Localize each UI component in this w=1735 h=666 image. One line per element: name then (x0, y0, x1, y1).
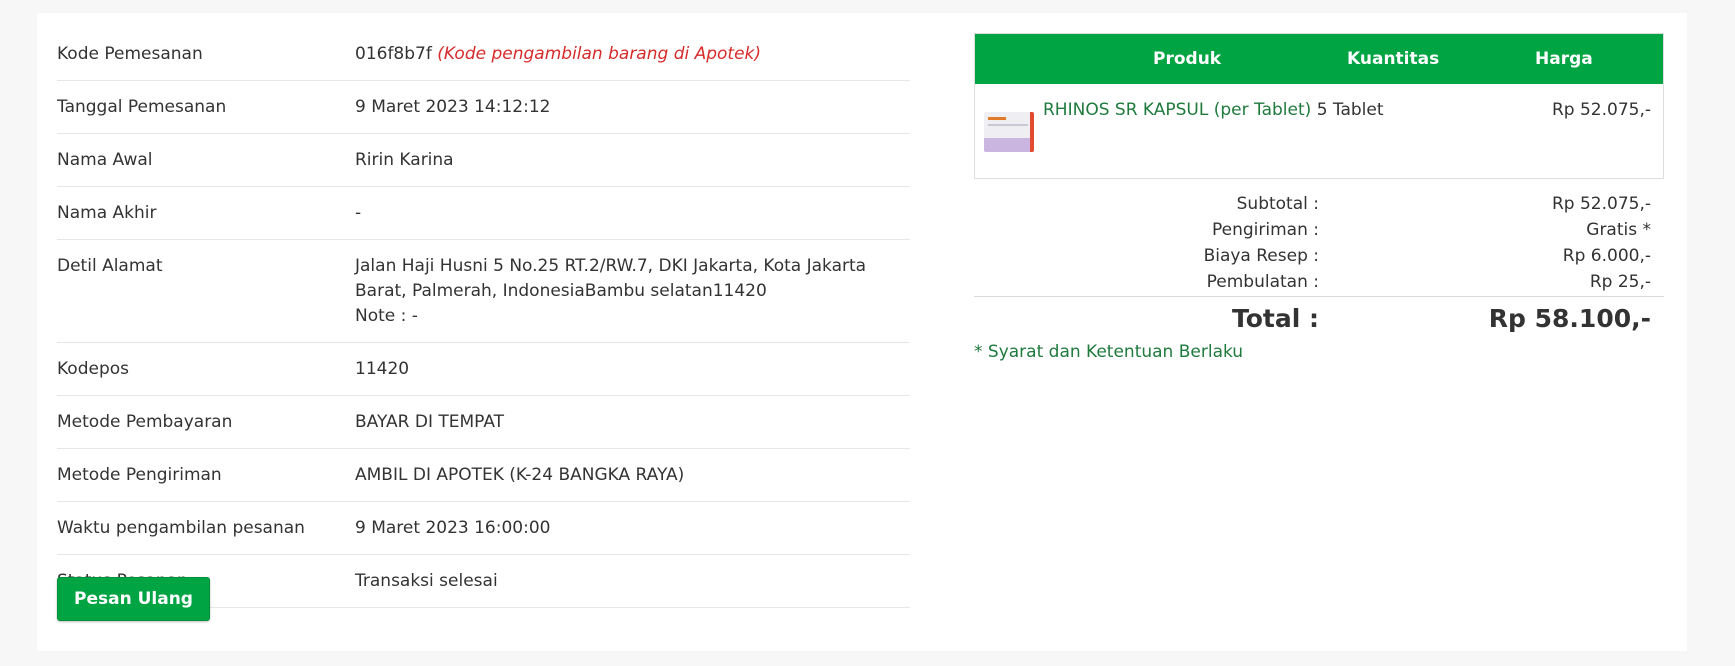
rounding-value: Rp 25,- (1589, 272, 1651, 292)
subtotal-value: Rp 52.075,- (1551, 194, 1651, 214)
total-row: Total : Rp 58.100,- (974, 297, 1664, 341)
column-price: Harga (1535, 49, 1593, 69)
product-price: Rp 52.075,- (1551, 100, 1651, 120)
value-order-status: Transaksi selesai (355, 571, 498, 591)
label-postal-code: Kodepos (57, 359, 130, 379)
total-label: Total : (1232, 304, 1319, 333)
rounding-label: Pembulatan : (1206, 272, 1319, 292)
address-note: Note : - (355, 306, 418, 326)
label-first-name: Nama Awal (57, 150, 153, 170)
rounding-row: Pembulatan : Rp 25,- (974, 269, 1664, 295)
label-shipping-method: Metode Pengiriman (57, 465, 222, 485)
product-name-link[interactable]: RHINOS SR KAPSUL (per Tablet) (1043, 100, 1311, 120)
product-quantity: 5 Tablet (1316, 100, 1384, 120)
subtotal-row: Subtotal : Rp 52.075,- (974, 191, 1664, 217)
address-line-1: Jalan Haji Husni 5 No.25 RT.2/RW.7, DKI … (355, 256, 867, 276)
prescription-fee-value: Rp 6.000,- (1562, 246, 1651, 266)
product-name-cell: RHINOS SR KAPSUL (per Tablet) 5 Tablet (1043, 98, 1384, 122)
total-value: Rp 58.100,- (1488, 304, 1651, 333)
order-code-note: (Kode pengambilan barang di Apotek) (437, 44, 762, 64)
product-table: Produk Kuantitas Harga RHINOS SR KAPSUL … (974, 33, 1664, 179)
row-shipping-method: Metode Pengiriman AMBIL DI APOTEK (K-24 … (57, 449, 910, 502)
column-quantity: Kuantitas (1347, 49, 1440, 69)
value-order-code: 016f8b7f (Kode pengambilan barang di Apo… (355, 42, 910, 67)
label-address: Detil Alamat (57, 256, 163, 276)
row-last-name: Nama Akhir - (57, 187, 910, 240)
value-address: Jalan Haji Husni 5 No.25 RT.2/RW.7, DKI … (355, 254, 910, 329)
terms-link[interactable]: * Syarat dan Ketentuan Berlaku (974, 341, 1664, 363)
totals-block: Subtotal : Rp 52.075,- Pengiriman : Grat… (974, 191, 1664, 363)
shipping-label: Pengiriman : (1212, 220, 1319, 240)
subtotal-label: Subtotal : (1236, 194, 1319, 214)
shipping-row: Pengiriman : Gratis * (974, 217, 1664, 243)
label-last-name: Nama Akhir (57, 203, 157, 223)
row-first-name: Nama Awal Ririn Karina (57, 134, 910, 187)
label-order-code: Kode Pemesanan (57, 44, 203, 64)
order-details-table: Kode Pemesanan 016f8b7f (Kode pengambila… (57, 28, 910, 608)
shipping-value: Gratis * (1586, 220, 1651, 240)
value-payment-method: BAYAR DI TEMPAT (355, 412, 505, 432)
product-thumbnail[interactable] (984, 112, 1034, 152)
value-last-name: - (355, 203, 362, 223)
order-card: Kode Pemesanan 016f8b7f (Kode pengambila… (37, 13, 1687, 651)
value-postal-code: 11420 (355, 359, 410, 379)
product-table-header: Produk Kuantitas Harga (975, 34, 1663, 84)
value-pickup-time: 9 Maret 2023 16:00:00 (355, 518, 551, 538)
address-line-2: Barat, Palmerah, IndonesiaBambu selatan1… (355, 281, 767, 301)
row-postal-code: Kodepos 11420 (57, 343, 910, 396)
prescription-fee-label: Biaya Resep : (1203, 246, 1319, 266)
row-payment-method: Metode Pembayaran BAYAR DI TEMPAT (57, 396, 910, 449)
product-row: RHINOS SR KAPSUL (per Tablet) 5 Tablet R… (975, 84, 1663, 178)
value-first-name: Ririn Karina (355, 150, 454, 170)
row-pickup-time: Waktu pengambilan pesanan 9 Maret 2023 1… (57, 502, 910, 555)
prescription-fee-row: Biaya Resep : Rp 6.000,- (974, 243, 1664, 269)
reorder-button[interactable]: Pesan Ulang (57, 577, 210, 621)
column-product: Produk (1153, 49, 1222, 69)
order-code: 016f8b7f (355, 44, 432, 64)
label-payment-method: Metode Pembayaran (57, 412, 233, 432)
label-pickup-time: Waktu pengambilan pesanan (57, 518, 305, 538)
value-shipping-method: AMBIL DI APOTEK (K-24 BANGKA RAYA) (355, 465, 685, 485)
label-order-date: Tanggal Pemesanan (57, 97, 227, 117)
row-order-date: Tanggal Pemesanan 9 Maret 2023 14:12:12 (57, 81, 910, 134)
value-order-date: 9 Maret 2023 14:12:12 (355, 97, 551, 117)
row-order-code: Kode Pemesanan 016f8b7f (Kode pengambila… (57, 28, 910, 81)
row-address: Detil Alamat Jalan Haji Husni 5 No.25 RT… (57, 240, 910, 343)
order-summary: Produk Kuantitas Harga RHINOS SR KAPSUL … (974, 33, 1664, 363)
